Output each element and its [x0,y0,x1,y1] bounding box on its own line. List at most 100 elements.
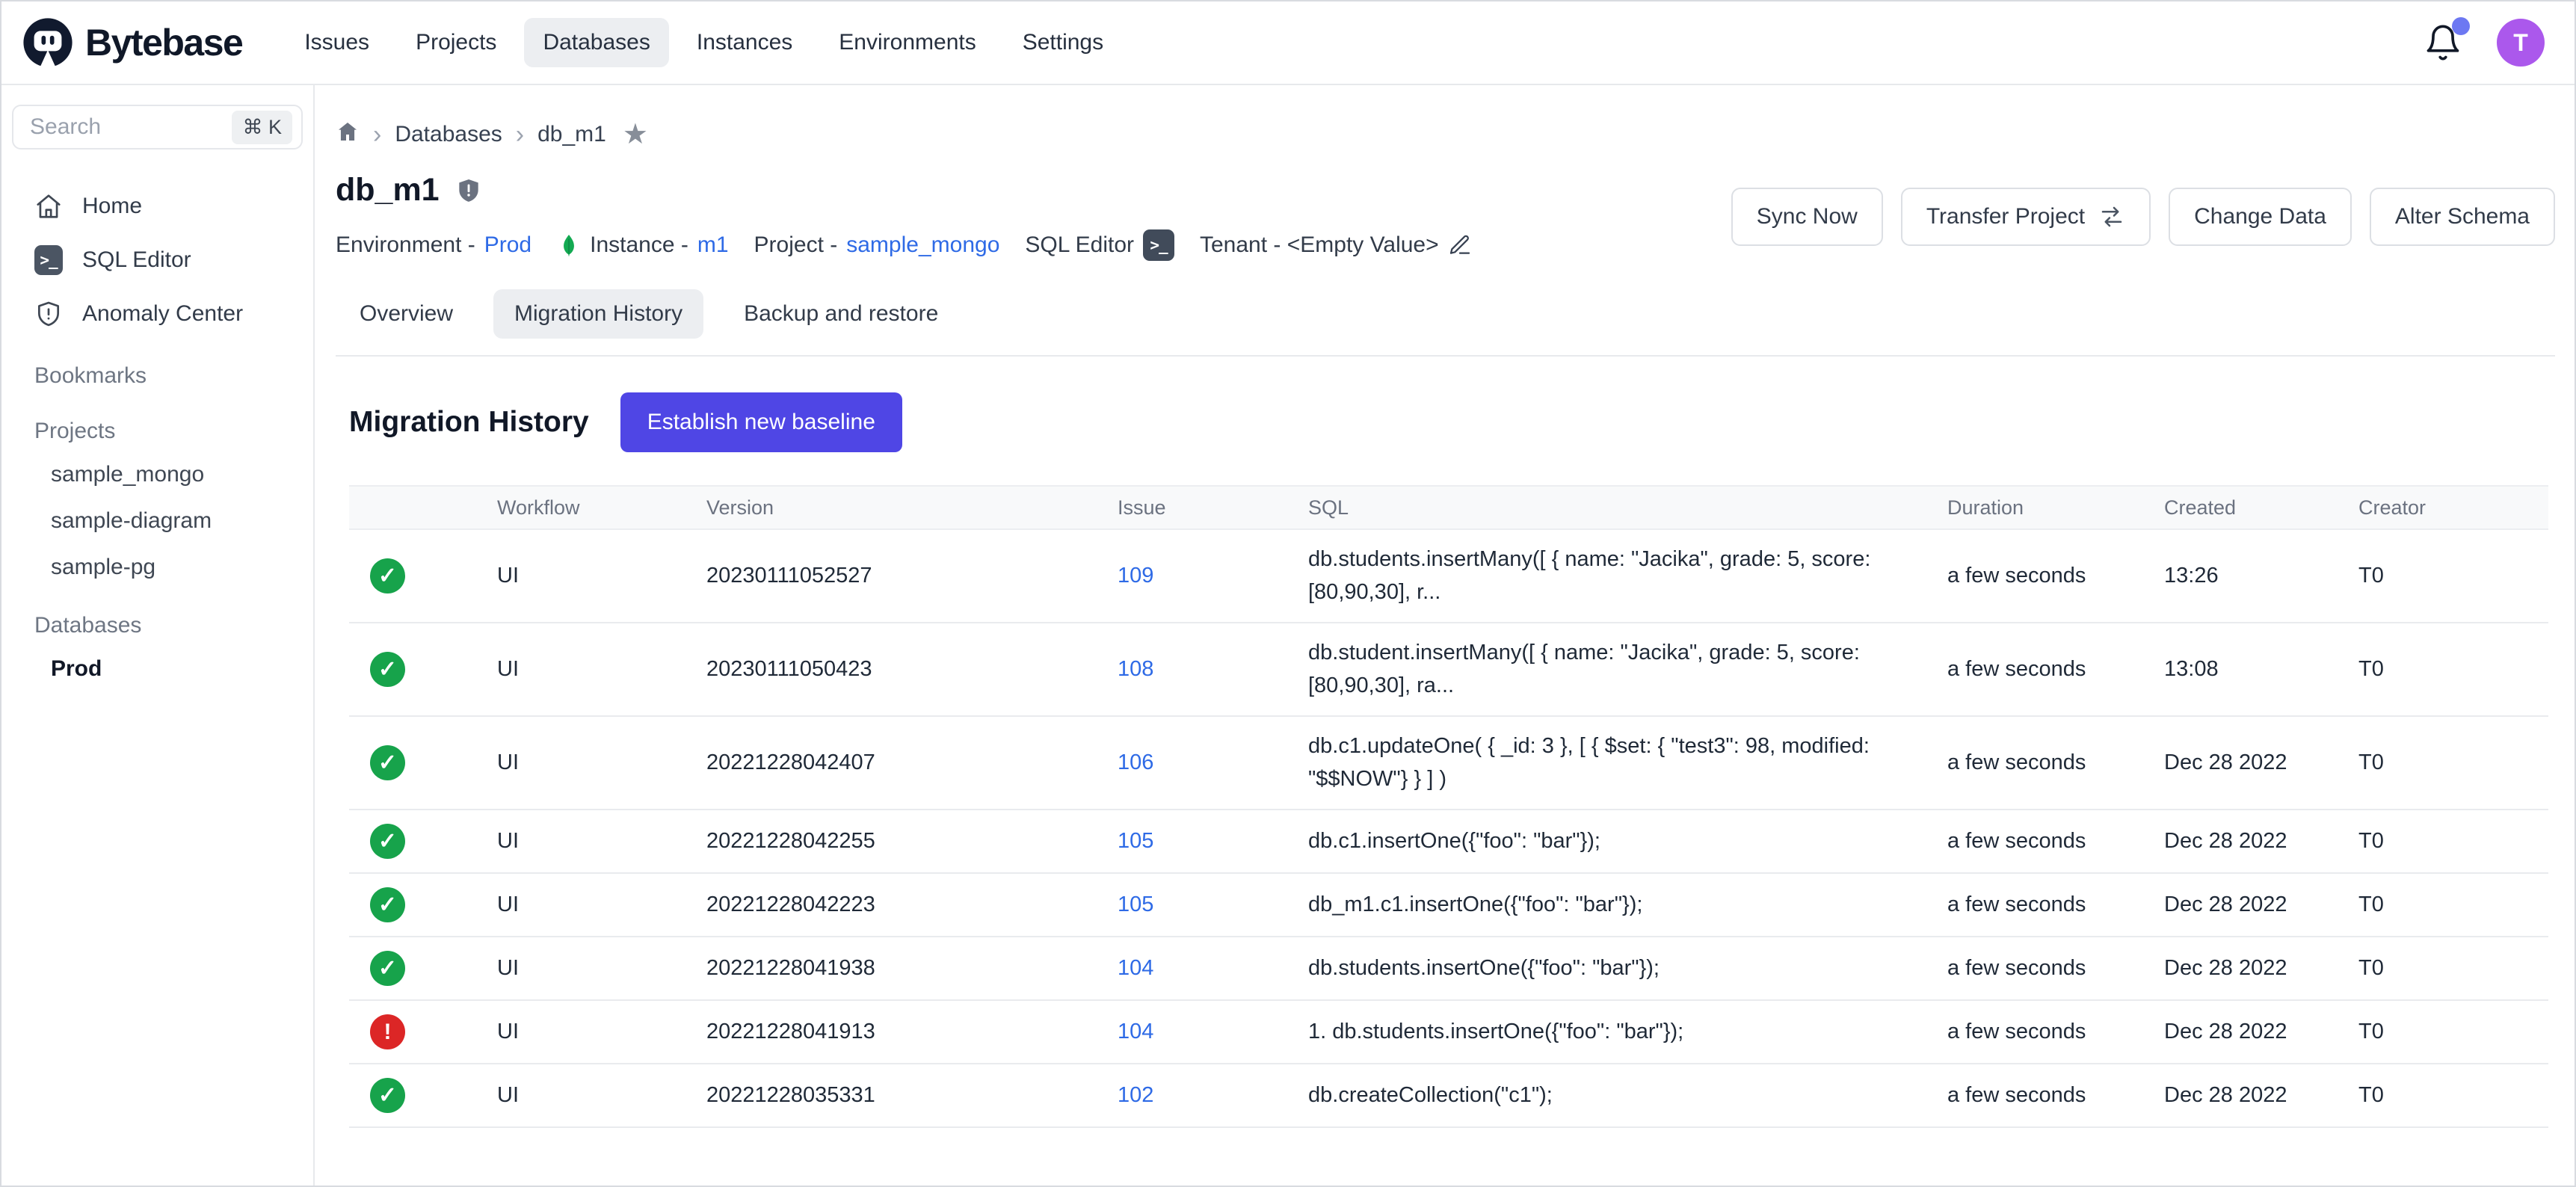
meta-row: Environment - Prod Instance - m1 Project… [336,229,1485,261]
sidebar-item-sql-editor[interactable]: >_ SQL Editor [1,233,313,287]
migration-row[interactable]: ✓UI20221228035331102db.createCollection(… [349,1064,2548,1127]
project-link[interactable]: sample_mongo [846,232,999,258]
duration-cell: a few seconds [1926,873,2143,937]
bookmark-star-icon[interactable]: ★ [623,120,648,149]
bytebase-logo-icon [22,17,73,68]
sidebar-item-sample-diagram[interactable]: sample-diagram [1,498,313,544]
topbar-right: T [2424,19,2545,67]
migration-row[interactable]: ✓UI20221228042255105db.c1.insertOne({"fo… [349,810,2548,873]
sql-cell: db.c1.updateOne( { _id: 3 }, [ { $set: {… [1287,716,1926,810]
creator-cell: T0 [2338,1000,2548,1064]
workflow-cell: UI [476,716,685,810]
issue-link[interactable]: 109 [1118,564,1153,588]
migration-row[interactable]: !UI202212280419131041. db.students.inser… [349,1000,2548,1064]
issue-link[interactable]: 104 [1118,956,1153,980]
success-check-icon: ✓ [370,887,405,922]
migration-row[interactable]: ✓UI20221228041938104db.students.insertOn… [349,937,2548,1000]
instance-link[interactable]: m1 [697,232,729,258]
issue-cell: 102 [1097,1064,1287,1127]
mongodb-leaf-icon [557,233,581,257]
col-header-workflow: Workflow [476,486,685,529]
transfer-project-button[interactable]: Transfer Project [1901,188,2151,246]
issue-link[interactable]: 106 [1118,750,1153,774]
alter-schema-button[interactable]: Alter Schema [2370,188,2555,246]
sidebar-section-bookmarks: Bookmarks [1,341,313,396]
issue-link[interactable]: 102 [1118,1083,1153,1107]
created-cell: 13:26 [2143,529,2338,623]
breadcrumb-home-icon[interactable] [336,120,360,149]
sql-cell: 1. db.students.insertOne({"foo": "bar"})… [1287,1000,1926,1064]
shield-icon [455,176,483,205]
created-cell: 13:08 [2143,623,2338,716]
sync-now-button[interactable]: Sync Now [1731,188,1883,246]
topnav-item-settings[interactable]: Settings [1004,18,1122,67]
migration-row[interactable]: ✓UI20221228042223105db_m1.c1.insertOne({… [349,873,2548,937]
version-cell: 20221228042407 [685,716,1097,810]
topnav-item-instances[interactable]: Instances [678,18,811,67]
created-cell: Dec 28 2022 [2143,1000,2338,1064]
sidebar-item-sample-mongo[interactable]: sample_mongo [1,451,313,498]
sidebar-item-sample-pg[interactable]: sample-pg [1,544,313,591]
issue-link[interactable]: 105 [1118,829,1153,853]
avatar[interactable]: T [2497,19,2545,67]
created-cell: Dec 28 2022 [2143,1064,2338,1127]
workflow-cell: UI [476,529,685,623]
creator-cell: T0 [2338,529,2548,623]
main-content: › Databases › db_m1 ★ db_m1 [315,85,2575,1186]
success-check-icon: ✓ [370,558,405,594]
topnav-item-issues[interactable]: Issues [286,18,388,67]
home-icon [34,192,63,221]
button-label: Transfer Project [1926,204,2085,229]
migration-row[interactable]: ✓UI20221228042407106db.c1.updateOne( { _… [349,716,2548,810]
issue-cell: 108 [1097,623,1287,716]
issue-link[interactable]: 104 [1118,1020,1153,1043]
issue-cell: 105 [1097,810,1287,873]
change-data-button[interactable]: Change Data [2169,188,2352,246]
version-cell: 20230111050423 [685,623,1097,716]
migration-row[interactable]: ✓UI20230111050423108db.student.insertMan… [349,623,2548,716]
topnav-item-environments[interactable]: Environments [820,18,994,67]
environment-link[interactable]: Prod [484,232,531,258]
status-cell: ✓ [349,810,476,873]
migration-history-title: Migration History [349,406,589,439]
issue-link[interactable]: 108 [1118,657,1153,681]
sql-editor-badge-icon[interactable]: >_ [1143,229,1174,261]
tab-backup-and-restore[interactable]: Backup and restore [723,289,959,339]
tab-migration-history[interactable]: Migration History [493,289,703,339]
version-cell: 20221228042255 [685,810,1097,873]
issue-link[interactable]: 105 [1118,892,1153,916]
migration-row[interactable]: ✓UI20230111052527109db.students.insertMa… [349,529,2548,623]
duration-cell: a few seconds [1926,716,2143,810]
topnav-item-projects[interactable]: Projects [397,18,515,67]
creator-cell: T0 [2338,873,2548,937]
issue-cell: 106 [1097,716,1287,810]
sidebar-item-anomaly-center[interactable]: Anomaly Center [1,287,313,341]
issue-cell: 104 [1097,937,1287,1000]
search-input[interactable] [28,114,232,141]
bytebase-logo[interactable]: Bytebase [22,17,242,68]
tab-overview[interactable]: Overview [339,289,474,339]
error-exclamation-icon: ! [370,1014,405,1049]
top-bar: Bytebase IssuesProjectsDatabasesInstance… [1,1,2575,85]
edit-pencil-icon[interactable] [1448,233,1472,257]
topnav-items: IssuesProjectsDatabasesInstancesEnvironm… [286,18,1122,67]
sidebar: ⌘ K Home >_ SQL Editor [1,85,315,1186]
sidebar-item-home[interactable]: Home [1,179,313,233]
header-left: db_m1 Environment - Prod [336,172,1485,261]
topnav-item-databases[interactable]: Databases [524,18,668,67]
created-cell: Dec 28 2022 [2143,873,2338,937]
creator-cell: T0 [2338,623,2548,716]
breadcrumb-databases[interactable]: Databases [395,122,502,147]
button-label: Alter Schema [2395,204,2530,229]
sql-cell: db.c1.insertOne({"foo": "bar"}); [1287,810,1926,873]
button-label: Sync Now [1757,204,1858,229]
col-header-duration: Duration [1926,486,2143,529]
header-actions: Sync Now Transfer Project Change Data Alter… [1731,188,2555,246]
establish-baseline-button[interactable]: Establish new baseline [620,392,902,452]
notification-bell-icon[interactable] [2424,23,2462,62]
sidebar-item-label: Home [82,194,142,219]
sidebar-item-prod[interactable]: Prod [1,646,313,692]
issue-cell: 105 [1097,873,1287,937]
created-cell: Dec 28 2022 [2143,716,2338,810]
notification-dot [2452,17,2470,35]
